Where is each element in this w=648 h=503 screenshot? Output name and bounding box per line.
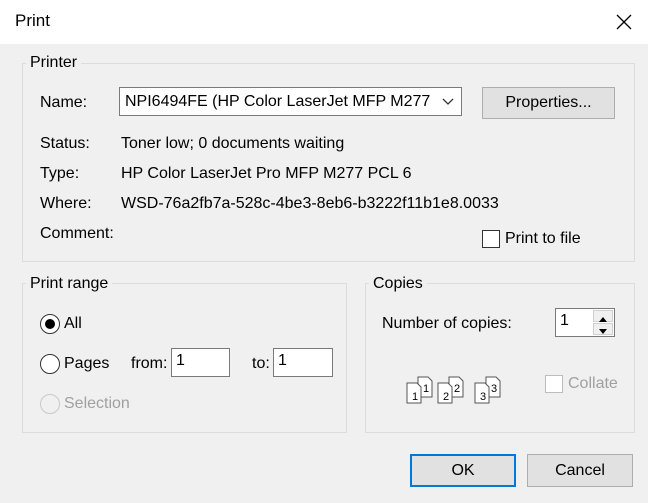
to-input-value: 1 xyxy=(278,352,287,369)
cancel-button[interactable]: Cancel xyxy=(527,454,633,487)
printer-name-label: Name: xyxy=(40,94,88,111)
collate-label[interactable]: Collate xyxy=(568,375,618,393)
collate-checkbox[interactable] xyxy=(545,375,563,393)
collate-icon-label: 3 xyxy=(480,391,486,403)
number-of-copies-label: Number of copies: xyxy=(382,315,512,332)
where-label: Where: xyxy=(40,195,92,212)
comment-label: Comment: xyxy=(40,225,114,242)
from-input-value: 1 xyxy=(176,352,185,369)
window-title: Print xyxy=(15,11,50,30)
collate-icon-label: 3 xyxy=(491,383,497,395)
selection-radio-label[interactable]: Selection xyxy=(64,395,130,413)
collate-stack-1: 1 1 xyxy=(406,376,433,404)
print-to-file-label[interactable]: Print to file xyxy=(505,230,581,248)
status-value: Toner low; 0 documents waiting xyxy=(121,135,345,152)
collate-stack-2: 2 2 xyxy=(437,376,464,404)
printer-name-value: NPI6494FE (HP Color LaserJet MFP M277dw) xyxy=(125,93,430,110)
ok-button-label: OK xyxy=(451,462,475,479)
properties-button[interactable]: Properties... xyxy=(482,87,615,119)
collate-pages-icon: 1 1 2 2 3 3 xyxy=(406,376,501,404)
print-range-legend: Print range xyxy=(26,275,113,293)
printer-group-legend: Printer xyxy=(26,54,82,72)
to-input[interactable]: 1 xyxy=(273,348,333,377)
stepper-up-button[interactable] xyxy=(593,310,613,322)
collate-stack-3: 3 3 xyxy=(474,376,501,404)
all-radio[interactable] xyxy=(40,314,60,334)
pages-radio-label[interactable]: Pages xyxy=(64,355,109,373)
selection-radio[interactable] xyxy=(40,394,60,414)
print-to-file-checkbox[interactable] xyxy=(482,230,500,248)
where-value: WSD-76a2fb7a-528c-4be3-8eb6-b3222f11b1e8… xyxy=(121,195,499,212)
stepper-down-button[interactable] xyxy=(593,323,613,335)
type-value: HP Color LaserJet Pro MFP M277 PCL 6 xyxy=(121,165,412,182)
all-radio-label[interactable]: All xyxy=(64,315,82,333)
properties-button-label: Properties... xyxy=(505,94,592,111)
copies-legend: Copies xyxy=(369,275,427,293)
collate-icon-label: 1 xyxy=(423,383,429,395)
collate-icon-label: 2 xyxy=(443,391,449,403)
number-of-copies-stepper[interactable]: 1 xyxy=(555,308,615,337)
printer-name-select[interactable]: NPI6494FE (HP Color LaserJet MFP M277dw) xyxy=(119,87,462,116)
type-label: Type: xyxy=(40,165,80,182)
ok-button[interactable]: OK xyxy=(410,454,516,487)
from-label: from: xyxy=(131,355,168,372)
number-of-copies-value: 1 xyxy=(560,312,569,329)
status-label: Status: xyxy=(40,135,90,152)
collate-icon-label: 2 xyxy=(454,383,460,395)
from-input[interactable]: 1 xyxy=(171,348,230,377)
to-label: to: xyxy=(252,355,270,372)
triangle-down-icon xyxy=(599,329,607,334)
stepper-arrows xyxy=(593,310,613,335)
cancel-button-label: Cancel xyxy=(555,462,605,479)
title-bar: Print xyxy=(0,0,648,44)
pages-radio[interactable] xyxy=(40,354,60,374)
collate-icon-label: 1 xyxy=(412,391,418,403)
close-icon[interactable] xyxy=(610,8,638,36)
chevron-down-icon xyxy=(442,98,454,105)
copies-group xyxy=(365,283,635,433)
print-dialog: Print Printer Name: NPI6494FE (HP Color … xyxy=(0,0,648,503)
